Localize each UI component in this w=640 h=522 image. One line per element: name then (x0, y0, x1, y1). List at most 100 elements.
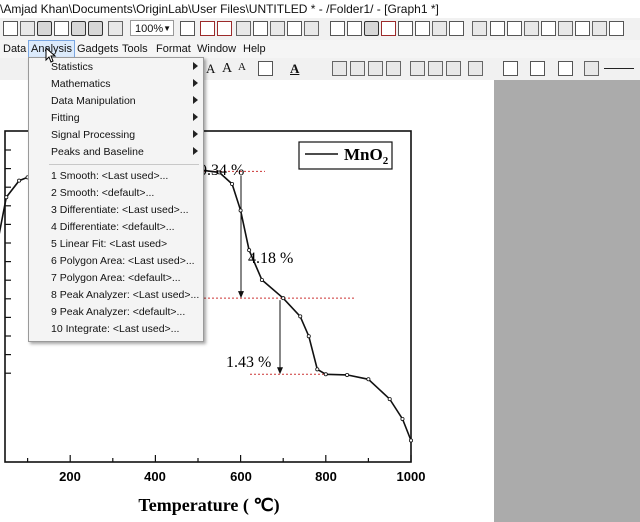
new-project-icon[interactable] (3, 21, 18, 36)
menu-item-recent-10[interactable]: 10 Integrate: <Last used>... (29, 321, 203, 338)
menu-item-signal-processing[interactable]: Signal Processing (29, 127, 203, 144)
new-excel-icon[interactable] (398, 21, 413, 36)
border-icon[interactable] (584, 61, 599, 76)
zoom-in-icon[interactable] (507, 21, 522, 36)
fill-color-icon[interactable] (503, 61, 518, 76)
open-template-icon[interactable] (54, 21, 69, 36)
menu-item-label: Data Manipulation (51, 95, 136, 107)
import-icon[interactable] (108, 21, 123, 36)
menu-item-label: 4 Differentiate: <default>... (51, 221, 175, 233)
menu-item-recent-8[interactable]: 8 Peak Analyzer: <Last used>... (29, 287, 203, 304)
menu-item-label: Peaks and Baseline (51, 146, 144, 158)
menu-tools[interactable]: Tools (120, 41, 150, 57)
legend[interactable]: MnO2 (298, 141, 393, 170)
data-point (17, 178, 22, 183)
submenu-arrow-icon (193, 147, 198, 155)
analysis-dropdown-menu: Statistics Mathematics Data Manipulation… (28, 57, 204, 342)
save-template-icon[interactable] (88, 21, 103, 36)
draw-data-icon[interactable] (558, 21, 573, 36)
menu-item-peaks-and-baseline[interactable]: Peaks and Baseline (29, 144, 203, 161)
menu-item-recent-2[interactable]: 2 Smooth: <default>... (29, 185, 203, 202)
menu-item-recent-9[interactable]: 9 Peak Analyzer: <default>... (29, 304, 203, 321)
x-tick-label-1000: 1000 (397, 469, 426, 484)
menu-item-recent-4[interactable]: 4 Differentiate: <default>... (29, 219, 203, 236)
data-point (400, 416, 405, 421)
refresh-icon[interactable] (180, 21, 195, 36)
x-tick-label-200: 200 (59, 469, 81, 484)
new-notes-icon[interactable] (381, 21, 396, 36)
chevron-down-icon: ▼ (163, 24, 171, 33)
menu-window[interactable]: Window (195, 41, 238, 57)
new-matrix-icon[interactable] (330, 21, 345, 36)
menu-item-label: 10 Integrate: <Last used>... (51, 323, 180, 335)
line-style-icon[interactable] (258, 61, 273, 76)
data-point (238, 208, 243, 213)
annotation-1-43[interactable]: 1.43 % (226, 354, 271, 371)
menu-item-recent-1[interactable]: 1 Smooth: <Last used>... (29, 168, 203, 185)
data-reader-icon[interactable] (490, 21, 505, 36)
zoom-out-icon[interactable] (524, 21, 539, 36)
duplicate-icon[interactable] (200, 21, 215, 36)
menu-item-label: Mathematics (51, 78, 111, 90)
plot-scatter-icon[interactable] (350, 61, 365, 76)
plot-column-icon[interactable] (386, 61, 401, 76)
open-icon[interactable] (37, 21, 52, 36)
mask-icon[interactable] (575, 21, 590, 36)
guide-lines (200, 170, 355, 375)
save-icon[interactable] (71, 21, 86, 36)
menu-item-label: Statistics (51, 61, 94, 73)
menu-item-mathematics[interactable]: Mathematics (29, 76, 203, 93)
project-explorer-icon[interactable] (236, 21, 251, 36)
export-icon[interactable] (449, 21, 464, 36)
plot-bar-icon[interactable] (410, 61, 425, 76)
text-tool-icon[interactable] (592, 21, 607, 36)
menu-item-label: 2 Smooth: <default>... (51, 187, 155, 199)
menu-item-recent-3[interactable]: 3 Differentiate: <Last used>... (29, 202, 203, 219)
menu-item-recent-5[interactable]: 5 Linear Fit: <Last used> (29, 236, 203, 253)
menu-help[interactable]: Help (241, 41, 268, 57)
menu-format[interactable]: Format (154, 41, 193, 57)
menu-data[interactable]: Data (1, 41, 28, 57)
line-width-sample[interactable] (604, 68, 634, 69)
y-axis-ticks (5, 149, 11, 374)
data-point (230, 181, 235, 186)
menu-item-label: 3 Differentiate: <Last used>... (51, 204, 189, 216)
decrease-font-button[interactable]: A (238, 61, 246, 73)
menu-item-recent-7[interactable]: 7 Polygon Area: <default>... (29, 270, 203, 287)
plot-area-icon[interactable] (428, 61, 443, 76)
annotation-0-34[interactable]: 0.34 % (199, 162, 244, 179)
new-layout-icon[interactable] (364, 21, 379, 36)
annotation-4-18[interactable]: 4.18 % (248, 250, 293, 267)
pattern-icon[interactable] (530, 61, 545, 76)
results-log-icon[interactable] (253, 21, 268, 36)
new-workbook-icon[interactable] (20, 21, 35, 36)
x-axis-title[interactable]: Temperature ( ℃) (138, 495, 279, 516)
code-builder-icon[interactable] (287, 21, 302, 36)
command-window-icon[interactable] (270, 21, 285, 36)
data-point (387, 397, 392, 402)
new-function-icon[interactable] (347, 21, 362, 36)
menu-gadgets[interactable]: Gadgets (75, 41, 121, 57)
plot-3d-icon[interactable] (468, 61, 483, 76)
plot-line-icon[interactable] (332, 61, 347, 76)
layer-icon[interactable] (304, 21, 319, 36)
arrow-tool-icon[interactable] (609, 21, 624, 36)
arrow-head-4-18 (238, 291, 244, 299)
print-icon[interactable] (415, 21, 430, 36)
screen-reader-icon[interactable] (541, 21, 556, 36)
rescale-icon[interactable] (472, 21, 487, 36)
plot-pie-icon[interactable] (446, 61, 461, 76)
font-color-button[interactable]: A (206, 61, 215, 77)
text-color-button[interactable]: A (290, 61, 299, 77)
increase-font-button[interactable]: A (222, 61, 232, 77)
menu-item-fitting[interactable]: Fitting (29, 110, 203, 127)
zoom-select[interactable]: 100% ▼ (130, 20, 174, 36)
line-color-icon[interactable] (558, 61, 573, 76)
copy-page-icon[interactable] (432, 21, 447, 36)
legend-label-mno2: MnO2 (344, 145, 389, 167)
menu-separator (49, 164, 199, 165)
menu-item-recent-6[interactable]: 6 Polygon Area: <Last used>... (29, 253, 203, 270)
plot-line-symbol-icon[interactable] (368, 61, 383, 76)
menu-item-data-manipulation[interactable]: Data Manipulation (29, 93, 203, 110)
graph-icon[interactable] (217, 21, 232, 36)
